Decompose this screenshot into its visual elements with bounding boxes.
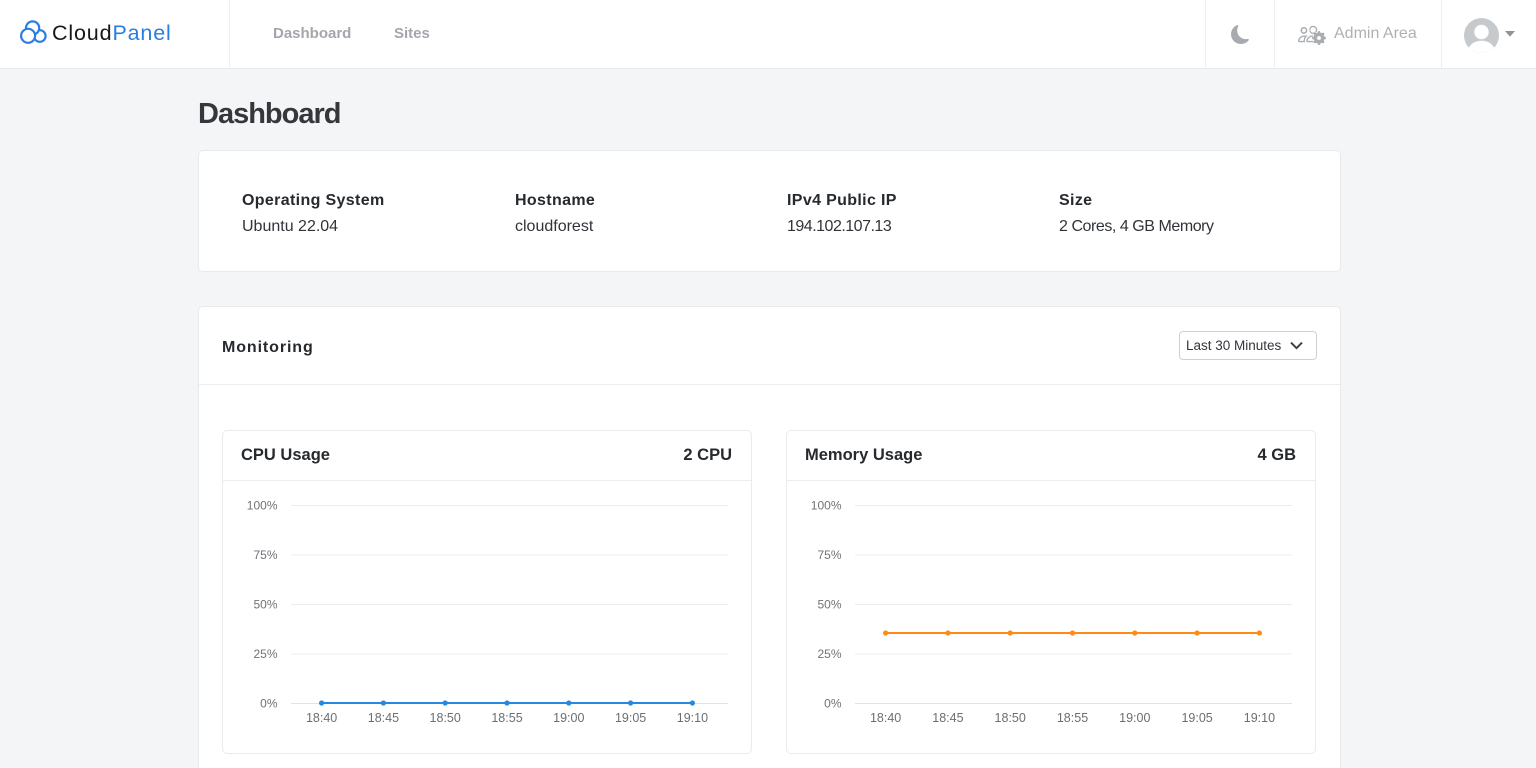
svg-text:18:40: 18:40: [870, 711, 901, 725]
svg-text:0%: 0%: [824, 697, 842, 711]
svg-text:75%: 75%: [253, 548, 277, 562]
svg-text:50%: 50%: [817, 598, 841, 612]
svg-text:100%: 100%: [247, 499, 278, 513]
svg-text:18:45: 18:45: [932, 711, 963, 725]
svg-text:19:00: 19:00: [1119, 711, 1150, 725]
svg-text:18:50: 18:50: [995, 711, 1026, 725]
svg-text:50%: 50%: [253, 598, 277, 612]
svg-text:18:55: 18:55: [1057, 711, 1088, 725]
svg-text:19:05: 19:05: [1181, 711, 1212, 725]
svg-text:0%: 0%: [260, 697, 278, 711]
svg-text:18:45: 18:45: [368, 711, 399, 725]
svg-text:19:10: 19:10: [1244, 711, 1275, 725]
svg-text:19:05: 19:05: [615, 711, 646, 725]
svg-text:18:40: 18:40: [306, 711, 337, 725]
svg-text:75%: 75%: [817, 548, 841, 562]
svg-text:25%: 25%: [253, 647, 277, 661]
svg-text:25%: 25%: [817, 647, 841, 661]
svg-text:18:55: 18:55: [491, 711, 522, 725]
svg-text:100%: 100%: [811, 499, 842, 513]
svg-text:18:50: 18:50: [430, 711, 461, 725]
svg-text:19:10: 19:10: [677, 711, 708, 725]
svg-text:19:00: 19:00: [553, 711, 584, 725]
